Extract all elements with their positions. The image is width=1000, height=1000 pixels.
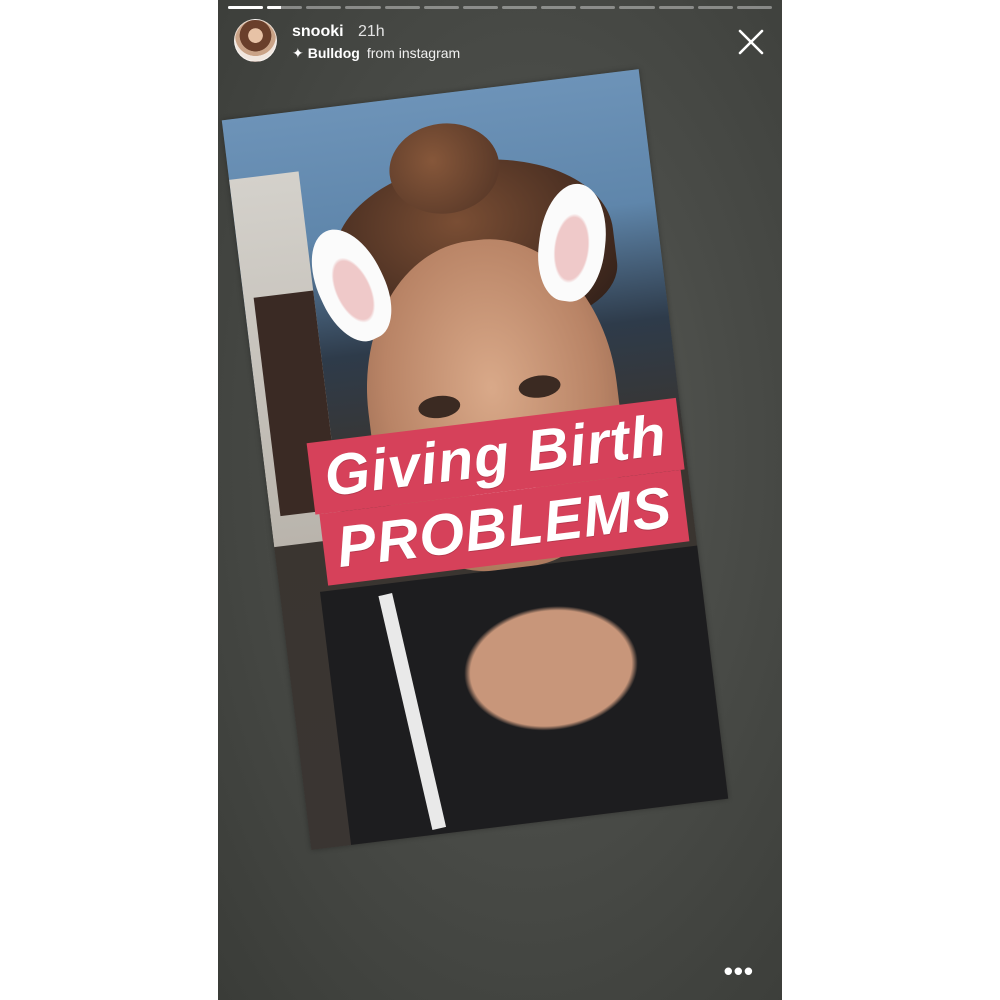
close-icon[interactable] bbox=[736, 27, 766, 57]
timestamp: 21h bbox=[358, 23, 385, 40]
profile-avatar[interactable] bbox=[234, 19, 277, 62]
progress-segment bbox=[462, 6, 498, 9]
progress-segment bbox=[697, 6, 733, 9]
progress-segment bbox=[580, 6, 616, 9]
progress-segment bbox=[228, 6, 264, 9]
filter-source: from instagram bbox=[366, 45, 461, 61]
username[interactable]: snooki bbox=[292, 23, 344, 41]
progress-segment bbox=[619, 6, 655, 9]
more-options-button[interactable]: ••• bbox=[724, 958, 754, 984]
filter-attribution[interactable]: ✦ Bulldog from instagram bbox=[292, 45, 460, 61]
progress-segment-fill bbox=[228, 6, 264, 9]
progress-segment bbox=[541, 6, 577, 9]
story-progress-bar bbox=[228, 6, 772, 9]
progress-segment bbox=[736, 6, 772, 9]
progress-segment bbox=[501, 6, 538, 9]
progress-segment bbox=[384, 6, 420, 9]
progress-segment bbox=[306, 6, 342, 9]
photo-body bbox=[319, 543, 729, 850]
progress-segment-fill bbox=[267, 6, 282, 9]
story-viewer: snooki 21h ✦ Bulldog from instagram Givi… bbox=[218, 0, 782, 1000]
filter-name[interactable]: Bulldog bbox=[308, 45, 360, 61]
story-header: snooki 21h ✦ Bulldog from instagram bbox=[234, 19, 768, 65]
progress-segment bbox=[658, 6, 694, 9]
progress-segment bbox=[345, 6, 381, 9]
sparkle-icon: ✦ bbox=[292, 45, 304, 61]
progress-segment bbox=[423, 6, 459, 9]
progress-segment bbox=[267, 6, 303, 9]
